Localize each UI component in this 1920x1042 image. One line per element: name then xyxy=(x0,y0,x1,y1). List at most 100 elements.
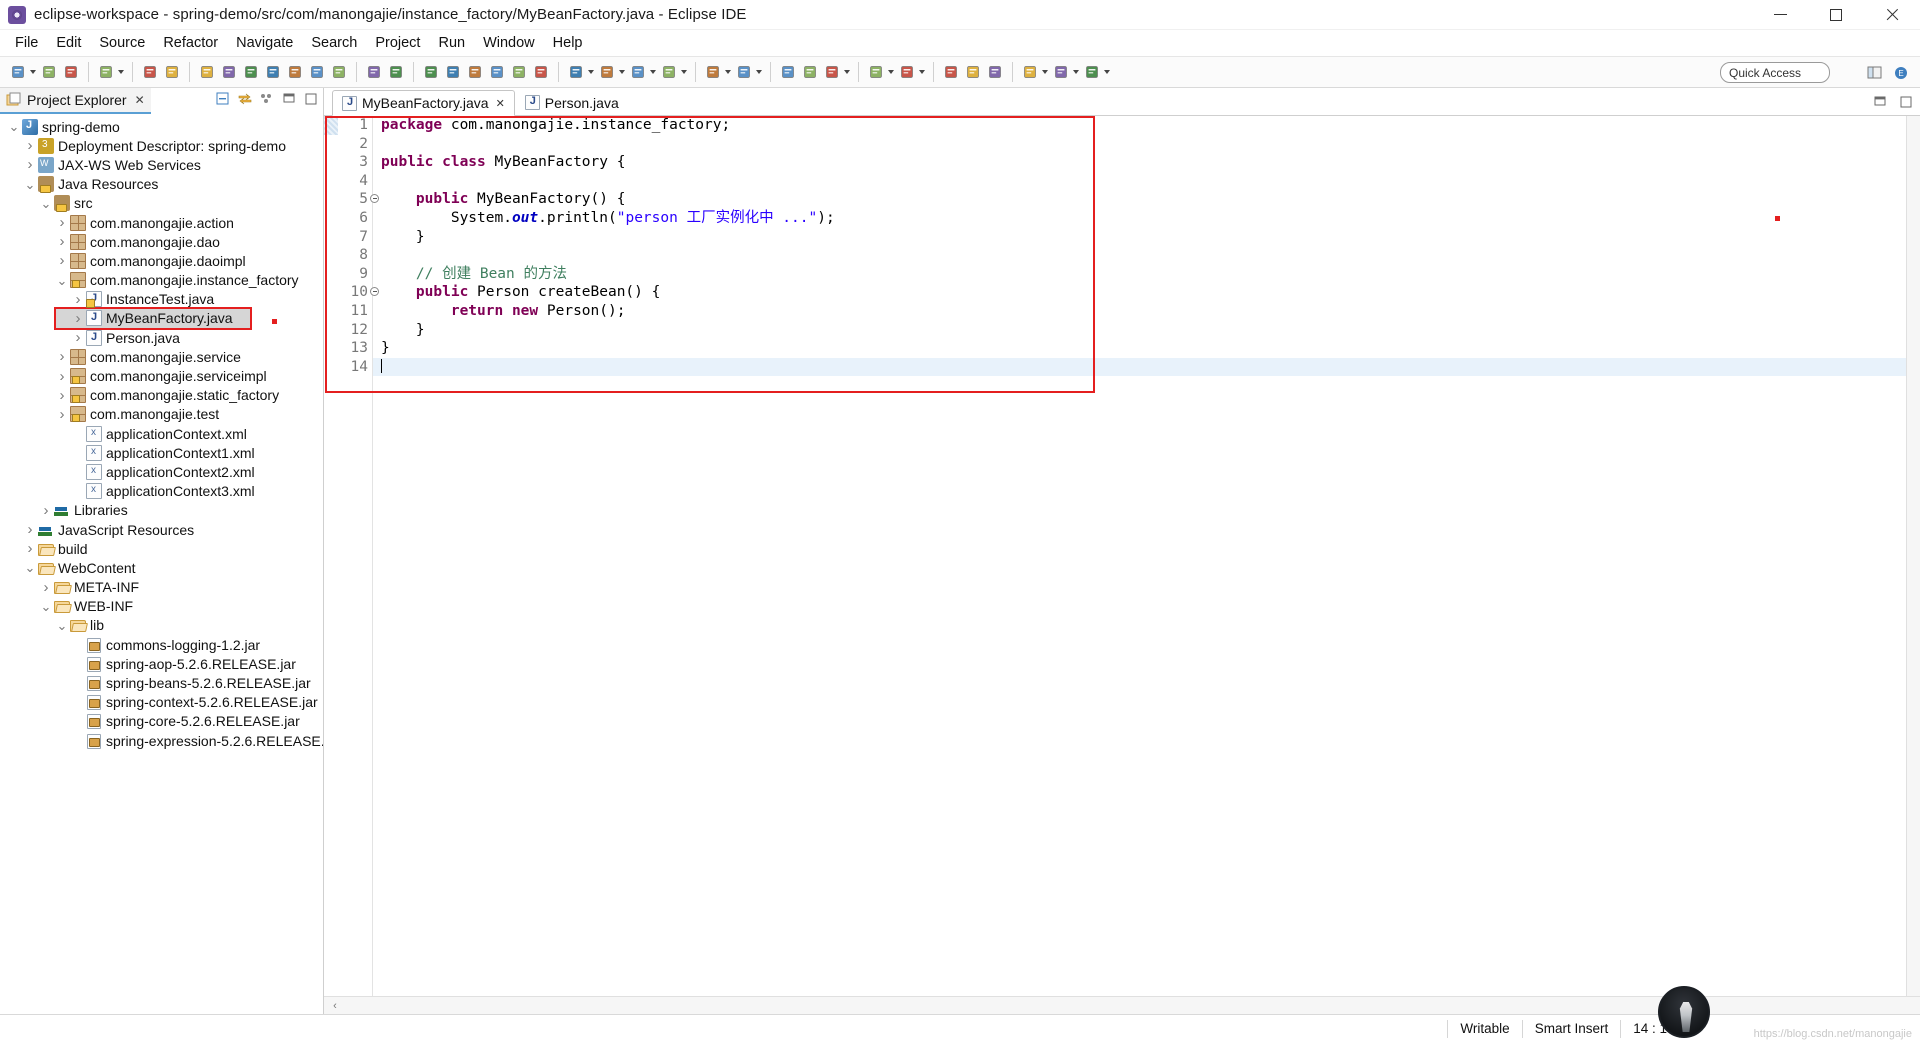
code-editor[interactable]: 1 2 3 4 5 6 7 8 9 10 11 12 13 14 package com.manongaj… xyxy=(324,116,1920,1014)
chevron-right-icon[interactable]: › xyxy=(70,329,86,346)
chevron-right-icon[interactable]: › xyxy=(22,540,38,557)
tree-item[interactable]: spring-aop-5.2.6.RELEASE.jar xyxy=(0,654,323,673)
new-java-class-icon[interactable] xyxy=(139,61,161,83)
chevron-down-icon[interactable] xyxy=(725,70,731,74)
chevron-right-icon[interactable]: › xyxy=(54,214,70,231)
tree-item[interactable]: › JavaScript Resources xyxy=(0,520,323,539)
chevron-down-icon[interactable]: ⌄ xyxy=(22,178,38,191)
chevron-right-icon[interactable]: › xyxy=(54,406,70,423)
chevron-down-icon[interactable] xyxy=(588,70,594,74)
tree-item[interactable]: ⌄ com.manongajie.instance_factory xyxy=(0,271,323,290)
menu-source[interactable]: Source xyxy=(90,32,154,54)
link-with-editor-icon[interactable] xyxy=(237,91,253,107)
tree-item[interactable]: ⌄ WebContent xyxy=(0,558,323,577)
debug-icon[interactable] xyxy=(95,61,117,83)
tree-item[interactable]: › Person.java xyxy=(0,328,323,347)
tree-item[interactable]: ⌄ WEB-INF xyxy=(0,597,323,616)
open-task-icon[interactable] xyxy=(385,61,407,83)
java-ee-perspective-icon[interactable]: E xyxy=(1890,62,1912,83)
search-icon[interactable] xyxy=(464,61,486,83)
suspend-icon[interactable] xyxy=(218,61,240,83)
tree-item[interactable]: › com.manongajie.static_factory xyxy=(0,386,323,405)
edit-icon[interactable] xyxy=(442,61,464,83)
chevron-down-icon[interactable]: ⌄ xyxy=(54,274,70,287)
menu-run[interactable]: Run xyxy=(429,32,474,54)
tree-item[interactable]: › build xyxy=(0,539,323,558)
editor-tab[interactable]: Person.java xyxy=(515,89,629,115)
editor-tab[interactable]: MyBeanFactory.java ✕ xyxy=(332,90,515,116)
tree-item[interactable]: commons-logging-1.2.jar xyxy=(0,635,323,654)
step-return-icon[interactable] xyxy=(328,61,350,83)
chevron-down-icon[interactable] xyxy=(30,70,36,74)
chevron-down-icon[interactable] xyxy=(1073,70,1079,74)
server-icon[interactable] xyxy=(420,61,442,83)
tree-item[interactable]: spring-context-5.2.6.RELEASE.jar xyxy=(0,693,323,712)
tree-item[interactable]: › com.manongajie.serviceimpl xyxy=(0,366,323,385)
annotation-icon[interactable] xyxy=(865,61,887,83)
menu-search[interactable]: Search xyxy=(302,32,366,54)
tree-item[interactable]: applicationContext2.xml xyxy=(0,462,323,481)
chevron-right-icon[interactable]: › xyxy=(22,521,38,538)
tree-item[interactable]: › com.manongajie.dao xyxy=(0,232,323,251)
chevron-down-icon[interactable] xyxy=(888,70,894,74)
paragraph-icon[interactable] xyxy=(530,61,552,83)
properties-icon[interactable] xyxy=(508,61,530,83)
chevron-right-icon[interactable]: › xyxy=(70,310,86,327)
console-icon[interactable] xyxy=(486,61,508,83)
chevron-down-icon[interactable] xyxy=(919,70,925,74)
close-view-icon[interactable]: ✕ xyxy=(135,93,145,107)
step-over-icon[interactable] xyxy=(306,61,328,83)
tree-item[interactable]: › Libraries xyxy=(0,501,323,520)
save-icon[interactable] xyxy=(38,61,60,83)
chevron-down-icon[interactable] xyxy=(1104,70,1110,74)
menu-help[interactable]: Help xyxy=(544,32,592,54)
ant-build-icon[interactable] xyxy=(565,61,587,83)
close-button[interactable] xyxy=(1864,0,1920,30)
back-icon[interactable] xyxy=(1019,61,1041,83)
new-wizard-icon[interactable] xyxy=(7,61,29,83)
tree-item[interactable]: applicationContext.xml xyxy=(0,424,323,443)
chevron-down-icon[interactable] xyxy=(1042,70,1048,74)
maximize-button[interactable] xyxy=(1808,0,1864,30)
tree-item[interactable]: › InstanceTest.java xyxy=(0,290,323,309)
chevron-down-icon[interactable] xyxy=(118,70,124,74)
disconnect-icon[interactable] xyxy=(262,61,284,83)
pencil-icon[interactable] xyxy=(821,61,843,83)
menu-file[interactable]: File xyxy=(6,32,47,54)
minimize-button[interactable] xyxy=(1752,0,1808,30)
maximize-editor-icon[interactable] xyxy=(1898,94,1914,110)
tree-item[interactable]: › META-INF xyxy=(0,578,323,597)
menu-refactor[interactable]: Refactor xyxy=(154,32,227,54)
chevron-down-icon[interactable]: ⌄ xyxy=(38,197,54,210)
step-into-icon[interactable] xyxy=(284,61,306,83)
menu-project[interactable]: Project xyxy=(366,32,429,54)
tomcat-icon[interactable] xyxy=(799,61,821,83)
chevron-down-icon[interactable] xyxy=(756,70,762,74)
tree-item[interactable]: applicationContext3.xml xyxy=(0,482,323,501)
tree-item[interactable]: applicationContext1.xml xyxy=(0,443,323,462)
chevron-down-icon[interactable]: ⌄ xyxy=(38,600,54,613)
tab-project-explorer[interactable]: Project Explorer ✕ xyxy=(0,88,151,114)
chevron-down-icon[interactable] xyxy=(681,70,687,74)
open-perspective-icon[interactable] xyxy=(1864,62,1886,83)
scroll-left-icon[interactable]: ‹ xyxy=(328,1000,342,1012)
tree-item[interactable]: ⌄ Java Resources xyxy=(0,175,323,194)
debug-run-icon[interactable] xyxy=(627,61,649,83)
new-java-project-icon[interactable] xyxy=(702,61,724,83)
chevron-right-icon[interactable]: › xyxy=(54,387,70,404)
tree-item[interactable]: spring-expression-5.2.6.RELEASE.jar xyxy=(0,731,323,750)
minimize-editor-icon[interactable] xyxy=(1872,94,1888,110)
run-icon[interactable] xyxy=(596,61,618,83)
forward-chevrons-icon[interactable] xyxy=(984,61,1006,83)
folder-open-icon[interactable] xyxy=(940,61,962,83)
close-icon[interactable]: ✕ xyxy=(496,97,505,110)
tree-item[interactable]: › com.manongajie.daoimpl xyxy=(0,251,323,270)
view-menu-icon[interactable] xyxy=(259,91,275,107)
chevron-right-icon[interactable]: › xyxy=(54,368,70,385)
perspective-icon[interactable] xyxy=(777,61,799,83)
folder-icon[interactable] xyxy=(962,61,984,83)
forward-icon[interactable] xyxy=(1050,61,1072,83)
chevron-down-icon[interactable]: ⌄ xyxy=(54,619,70,632)
tree-item[interactable]: ⌄ src xyxy=(0,194,323,213)
tree-item[interactable]: › MyBeanFactory.java xyxy=(54,306,252,331)
